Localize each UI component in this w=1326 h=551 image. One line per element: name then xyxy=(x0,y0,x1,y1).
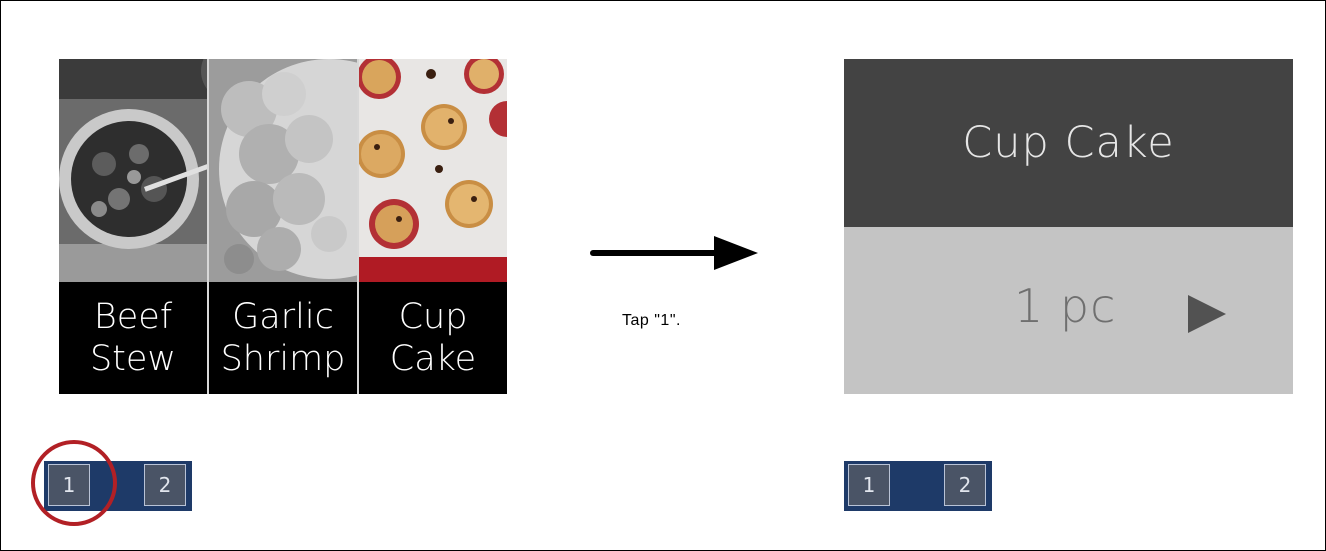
page-2-button[interactable]: 2 xyxy=(944,464,986,506)
cup-cake-photo xyxy=(359,59,507,282)
recipe-tile-garlic-shrimp[interactable]: Garlic Shrimp xyxy=(209,59,357,394)
recipe-tile-cup-cake[interactable]: Cup Cake xyxy=(359,59,507,394)
recipe-title: Cup Cake xyxy=(844,59,1293,227)
quantity-bar[interactable]: 1 pc xyxy=(844,227,1293,394)
recipe-label: Garlic Shrimp xyxy=(209,282,357,394)
recipe-tile-beef-stew[interactable]: Beef Stew xyxy=(59,59,207,394)
quantity-value: 1 pc xyxy=(1014,279,1117,333)
garlic-shrimp-photo xyxy=(209,59,357,282)
page-indicator: 1 2 xyxy=(844,461,992,511)
detail-panel: Cup Cake 1 pc xyxy=(844,59,1293,394)
instruction-text: Tap "1". xyxy=(622,312,681,329)
recipe-label: Beef Stew xyxy=(59,282,207,394)
page-1-button[interactable]: 1 xyxy=(848,464,890,506)
beef-stew-photo xyxy=(59,59,207,282)
recipe-label: Cup Cake xyxy=(359,282,507,394)
recipe-grid: Beef Stew Garlic Shrimp Cup Cake xyxy=(59,59,507,394)
arrow-right-icon xyxy=(590,236,758,270)
tap-highlight-circle xyxy=(31,440,117,526)
page-2-button[interactable]: 2 xyxy=(144,464,186,506)
play-icon[interactable] xyxy=(1188,295,1226,333)
